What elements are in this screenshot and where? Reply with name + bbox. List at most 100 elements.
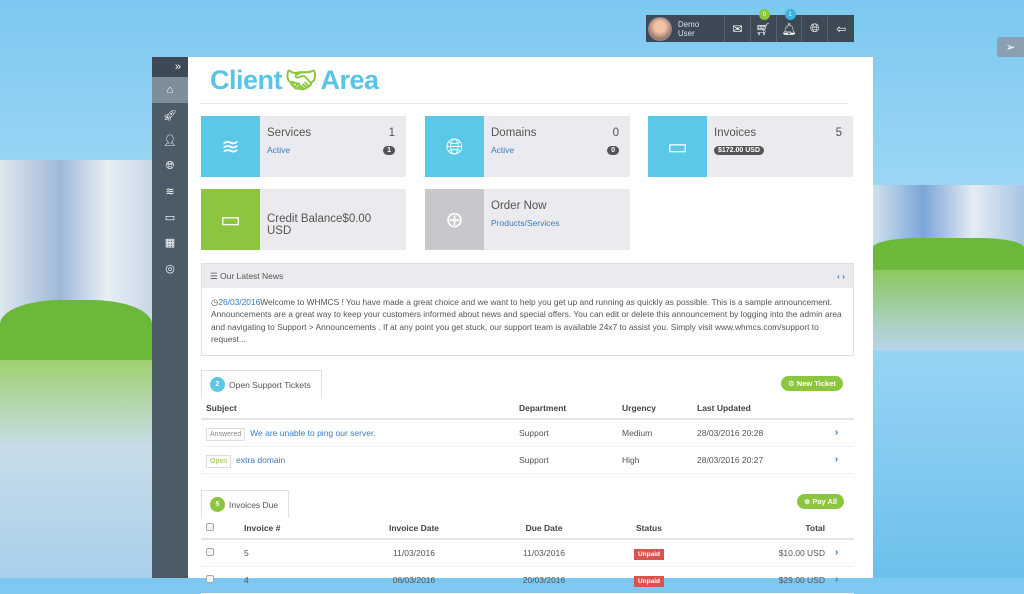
cell: 28/03/2016 20:28 xyxy=(692,419,830,447)
table-row[interactable]: Open extra domain Support High 28/03/2016 20… xyxy=(201,446,854,474)
layers-icon[interactable]: ≋ xyxy=(152,179,188,205)
notification-badge: 1 xyxy=(784,9,796,20)
globe-icon[interactable]: 🌐︎ xyxy=(152,154,188,180)
invoice-count: 5 xyxy=(210,497,225,512)
card-title: Services xyxy=(267,127,312,139)
ticket-subject[interactable]: extra domain xyxy=(236,455,285,465)
status-badge: Unpaid xyxy=(633,548,665,560)
sidebar: » ⌂ 🚀︎ 👤︎ 🌐︎ ≋ ▭ ▦ ◎ xyxy=(152,57,188,578)
inbox-icon[interactable]: ▭ xyxy=(152,205,188,231)
new-ticket-button[interactable]: ⚙ New Ticket xyxy=(781,376,843,391)
invoices-card[interactable]: ▭ Invoices 5 $172.00 USD xyxy=(648,116,853,177)
card-badge: 0 xyxy=(607,146,619,155)
main-content: Client 🤝︎ Area ≋ Services Active 1 1 🌐︎ Domai… xyxy=(188,57,873,594)
divider xyxy=(200,103,848,104)
order-card[interactable]: ⊕ Order Now Products/Services xyxy=(425,189,630,250)
bell-icon[interactable]: 🔔︎ 1 xyxy=(777,9,803,42)
avatar xyxy=(648,16,672,41)
cell: 11/03/2016 xyxy=(349,539,479,567)
table-row[interactable]: Answered We are unable to ping our server… xyxy=(201,419,854,447)
chevron-right-icon[interactable]: › xyxy=(830,566,854,594)
card-count: 0 xyxy=(612,127,619,139)
col-header: Invoice Date xyxy=(349,518,479,540)
tab-open-tickets[interactable]: 2 Open Support Tickets xyxy=(201,370,322,398)
send-icon[interactable]: ➢ xyxy=(997,37,1024,57)
card-count: 1 xyxy=(388,127,395,139)
button-label: Pay All xyxy=(812,497,838,506)
col-header: Subject xyxy=(201,398,514,420)
cell: Medium xyxy=(617,419,692,447)
rocket-icon[interactable]: 🚀︎ xyxy=(152,103,188,129)
tab-label: Invoices Due xyxy=(229,499,279,510)
expand-sidebar-icon[interactable]: » xyxy=(152,57,188,77)
cell: 4 xyxy=(239,566,349,594)
row-checkbox[interactable] xyxy=(206,574,214,583)
reflection-right xyxy=(873,270,1024,350)
status-badge: Unpaid xyxy=(633,575,665,587)
card-link[interactable]: Active xyxy=(267,145,395,155)
col-header: Total xyxy=(689,518,830,540)
user-menu[interactable]: Demo User xyxy=(646,15,725,42)
tickets-table: Subject Department Urgency Last Updated Ans… xyxy=(201,398,854,474)
tab-invoices-due[interactable]: 5 Invoices Due xyxy=(201,490,290,518)
card-link[interactable]: Active xyxy=(491,145,619,155)
trees-right xyxy=(873,238,1024,270)
trees-left xyxy=(0,300,152,360)
support-icon[interactable]: ◎ xyxy=(152,256,188,282)
chevron-right-icon[interactable]: › xyxy=(829,446,854,474)
invoices-table: Invoice # Invoice Date Due Date Status Total… xyxy=(201,518,854,594)
chevron-right-icon[interactable]: › xyxy=(830,539,854,567)
cell: 28/03/2016 20:27 xyxy=(692,446,830,474)
pay-all-button[interactable]: ⊕ Pay All xyxy=(797,494,845,509)
col-header: Status xyxy=(609,518,689,540)
tab-label: Open Support Tickets xyxy=(229,379,311,390)
cell: 06/03/2016 xyxy=(349,566,479,594)
credit-card: ▭ Credit Balance$0.00 USD xyxy=(201,189,406,250)
prev-icon[interactable]: ‹ xyxy=(837,271,840,281)
button-label: New Ticket xyxy=(796,379,836,388)
ticket-count: 2 xyxy=(210,377,225,392)
table-row[interactable]: 5 11/03/2016 11/03/2016 Unpaid $10.00 USD › xyxy=(201,539,854,567)
status-label: Answered xyxy=(206,427,246,441)
card-title: Credit Balance$0.00 USD xyxy=(267,213,372,237)
ticket-subject[interactable]: We are unable to ping our server. xyxy=(250,428,376,438)
cell: Support xyxy=(514,419,617,447)
chevron-right-icon[interactable]: › xyxy=(829,419,854,447)
globe-icon[interactable]: 🌐︎ xyxy=(802,15,829,42)
col-header: Due Date xyxy=(479,518,609,540)
news-date[interactable]: 26/03/2016 xyxy=(218,297,260,307)
layers-icon: ≋ xyxy=(201,116,260,177)
reflection-left xyxy=(0,360,152,578)
cell: 5 xyxy=(239,539,349,567)
select-all-checkbox[interactable] xyxy=(206,523,214,531)
logo[interactable]: Client 🤝︎ Area xyxy=(210,65,379,96)
home-icon[interactable]: ⌂ xyxy=(152,77,188,103)
row-checkbox[interactable] xyxy=(206,547,214,556)
user-icon[interactable]: 👤︎ xyxy=(152,128,188,154)
card-title: Invoices xyxy=(714,127,757,139)
card-link[interactable]: Products/Services xyxy=(491,218,619,228)
card-badge: $172.00 USD xyxy=(714,146,765,155)
mail-icon[interactable]: ✉ xyxy=(725,15,751,42)
status-label: Open xyxy=(206,454,232,468)
cell: 11/03/2016 xyxy=(479,539,609,567)
domains-card[interactable]: 🌐︎ Domains Active 0 0 xyxy=(425,116,630,177)
handshake-icon: 🤝︎ xyxy=(285,65,318,95)
cell: $29.00 USD xyxy=(689,566,830,594)
plus-circle-icon: ⊕ xyxy=(425,189,484,250)
calculator-icon[interactable]: ▦ xyxy=(152,230,188,256)
cart-icon[interactable]: 🛒︎ 0 xyxy=(751,9,777,42)
card-title: Order Now xyxy=(491,200,547,212)
city-right xyxy=(873,185,1024,245)
wallet-icon: ▭ xyxy=(201,189,260,250)
col-header: Department xyxy=(514,398,617,420)
col-header: Invoice # xyxy=(239,518,349,540)
card-title: Domains xyxy=(491,127,537,139)
logout-icon[interactable]: ⇦ xyxy=(828,15,854,42)
next-icon[interactable]: › xyxy=(842,271,845,281)
services-card[interactable]: ≋ Services Active 1 1 xyxy=(201,116,406,177)
card-count: 5 xyxy=(835,127,842,139)
col-header: Urgency xyxy=(617,398,692,420)
list-icon: ☰ xyxy=(210,270,220,281)
table-row[interactable]: 4 06/03/2016 20/03/2016 Unpaid $29.00 USD › xyxy=(201,566,854,594)
